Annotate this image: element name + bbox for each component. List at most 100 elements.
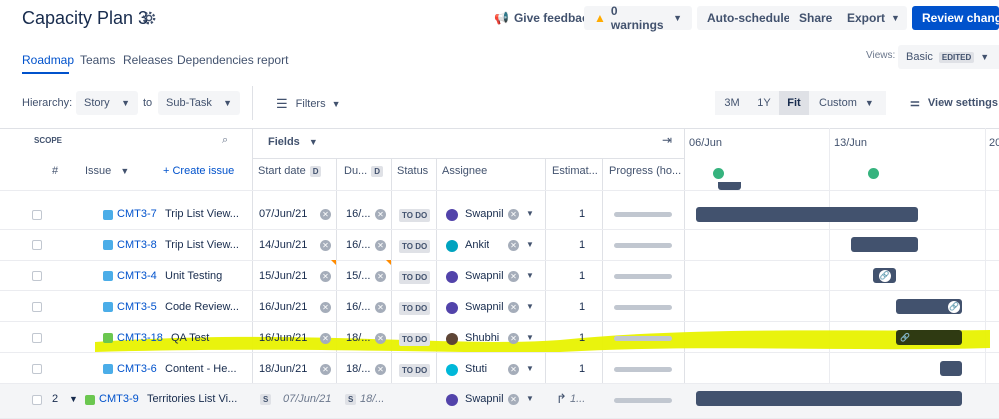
status-badge[interactable]: TO DO — [399, 333, 431, 346]
start-date-value[interactable]: 07/Jun/21 — [259, 208, 307, 220]
issue-key[interactable]: CMT3-5 — [117, 301, 157, 313]
zoom-fit-button[interactable]: Fit — [779, 91, 809, 115]
clear-icon[interactable]: ✕ — [508, 302, 519, 313]
clear-icon[interactable]: ✕ — [508, 240, 519, 251]
estimate-value[interactable]: 1 — [579, 239, 585, 251]
clear-icon[interactable]: ✕ — [375, 271, 386, 282]
issue-summary[interactable]: QA Test — [171, 332, 243, 344]
row-checkbox[interactable] — [32, 333, 42, 343]
clear-icon[interactable]: ✕ — [320, 209, 331, 220]
chevron-down-icon[interactable]: ▼ — [526, 240, 534, 249]
chevron-down-icon[interactable]: ▼ — [526, 364, 534, 373]
link-icon[interactable]: 🔗 — [899, 332, 911, 344]
assignee-name[interactable]: Ankit — [465, 239, 489, 251]
assignee-name[interactable]: Stuti — [465, 363, 487, 375]
clear-icon[interactable]: ✕ — [508, 333, 519, 344]
issue-key[interactable]: CMT3-7 — [117, 208, 157, 220]
status-badge[interactable]: TO DO — [399, 209, 431, 222]
row-checkbox[interactable] — [32, 271, 42, 281]
views-select[interactable]: Basic EDITED ▼ — [898, 45, 999, 69]
chevron-down-icon[interactable]: ▼ — [526, 302, 534, 311]
status-badge[interactable]: TO DO — [399, 271, 431, 284]
due-date-value[interactable]: 16/... — [346, 208, 370, 220]
tab-teams[interactable]: Teams — [80, 53, 115, 67]
start-date-value[interactable]: 18/Jun/21 — [259, 363, 307, 375]
fields-dropdown[interactable]: Fields ▼ — [268, 136, 318, 148]
gear-icon[interactable] — [140, 9, 158, 27]
estimate-value[interactable]: 1 — [579, 363, 585, 375]
clear-icon[interactable]: ✕ — [508, 271, 519, 282]
clear-icon[interactable]: ✕ — [375, 333, 386, 344]
export-button[interactable]: Export ▼ — [837, 6, 907, 30]
column-progress-header[interactable]: Progress (ho... — [609, 165, 681, 177]
due-date-value[interactable]: 16/... — [346, 239, 370, 251]
row-checkbox[interactable] — [32, 302, 42, 312]
warnings-button[interactable]: ▲ 0 warnings ▼ — [584, 4, 692, 32]
chevron-down-icon[interactable]: ▼ — [526, 271, 534, 280]
clear-icon[interactable]: ✕ — [320, 364, 331, 375]
issue-summary[interactable]: Code Review... — [165, 301, 243, 313]
issue-summary[interactable]: Territories List Vi... — [147, 393, 243, 405]
chevron-down-icon[interactable]: ▼ — [526, 333, 534, 342]
due-date-value[interactable]: 16/... — [346, 301, 370, 313]
zoom-1y-button[interactable]: 1Y — [749, 91, 779, 115]
estimate-value[interactable]: 1 — [579, 301, 585, 313]
search-icon[interactable]: ⌕ — [222, 134, 228, 147]
clear-icon[interactable]: ✕ — [375, 240, 386, 251]
start-date-value[interactable]: 14/Jun/21 — [259, 239, 307, 251]
hierarchy-to-select[interactable]: Sub-Task ▼ — [158, 91, 240, 115]
issue-key[interactable]: CMT3-18 — [117, 332, 163, 344]
due-date-value[interactable]: 15/... — [346, 270, 370, 282]
start-date-value[interactable]: 15/Jun/21 — [259, 270, 307, 282]
clear-icon[interactable]: ✕ — [375, 209, 386, 220]
timeline-bar[interactable] — [851, 237, 918, 252]
assignee-name[interactable]: Swapnil — [465, 270, 504, 282]
assignee-name[interactable]: Shubhi — [465, 332, 499, 344]
status-badge[interactable]: TO DO — [399, 364, 431, 377]
due-date-value[interactable]: 18/... — [346, 332, 370, 344]
issue-key[interactable]: CMT3-6 — [117, 363, 157, 375]
link-icon[interactable]: 🔗 — [878, 269, 891, 282]
zoom-3m-button[interactable]: 3M — [715, 91, 749, 115]
estimate-value[interactable]: 1 — [579, 332, 585, 344]
clear-icon[interactable]: ✕ — [508, 209, 519, 220]
timeline-bar[interactable]: 🔗 — [873, 268, 896, 283]
timeline-bar[interactable] — [940, 361, 962, 376]
column-issue-header[interactable]: Issue ▼ — [85, 165, 129, 177]
issue-summary[interactable]: Trip List View... — [165, 239, 243, 251]
milestone-marker[interactable] — [713, 168, 724, 179]
broken-link-icon[interactable]: 🔗 — [948, 300, 960, 313]
issue-summary[interactable]: Content - He... — [165, 363, 243, 375]
row-checkbox[interactable] — [32, 395, 42, 405]
column-start-date-header[interactable]: Start date D — [258, 165, 322, 177]
assignee-name[interactable]: Swapnil — [465, 393, 504, 405]
timeline-bar[interactable]: 🔗 — [896, 299, 962, 314]
column-assignee-header[interactable]: Assignee — [442, 165, 487, 177]
estimate-value[interactable]: 1 — [579, 208, 585, 220]
review-changes-button[interactable]: Review changes — [912, 6, 999, 30]
column-status-header[interactable]: Status — [397, 165, 428, 177]
clear-icon[interactable]: ✕ — [320, 333, 331, 344]
start-date-value[interactable]: 16/Jun/21 — [259, 301, 307, 313]
clear-icon[interactable]: ✕ — [375, 302, 386, 313]
status-badge[interactable]: TO DO — [399, 240, 431, 253]
assignee-name[interactable]: Swapnil — [465, 301, 504, 313]
issue-summary[interactable]: Unit Testing — [165, 270, 243, 282]
create-issue-button[interactable]: + Create issue — [163, 165, 234, 177]
tab-releases[interactable]: Releases — [123, 53, 173, 67]
chevron-down-icon[interactable]: ▼ — [526, 394, 534, 403]
clear-icon[interactable]: ✕ — [375, 364, 386, 375]
zoom-custom-select[interactable]: Custom ▼ — [809, 91, 886, 115]
estimate-value[interactable]: 1 — [579, 270, 585, 282]
row-checkbox[interactable] — [32, 210, 42, 220]
issue-key[interactable]: CMT3-8 — [117, 239, 157, 251]
collapse-fields-icon[interactable]: ⇥ — [662, 133, 672, 147]
chevron-down-icon[interactable]: ▼ — [526, 209, 534, 218]
issue-key[interactable]: CMT3-4 — [117, 270, 157, 282]
column-due-header[interactable]: Du... D — [344, 165, 384, 177]
assignee-name[interactable]: Swapnil — [465, 208, 504, 220]
filters-button[interactable]: ☰ Filters ▼ — [276, 96, 341, 112]
clear-icon[interactable]: ✕ — [320, 302, 331, 313]
clear-icon[interactable]: ✕ — [508, 394, 519, 405]
column-estimate-header[interactable]: Estimat... — [552, 165, 598, 177]
